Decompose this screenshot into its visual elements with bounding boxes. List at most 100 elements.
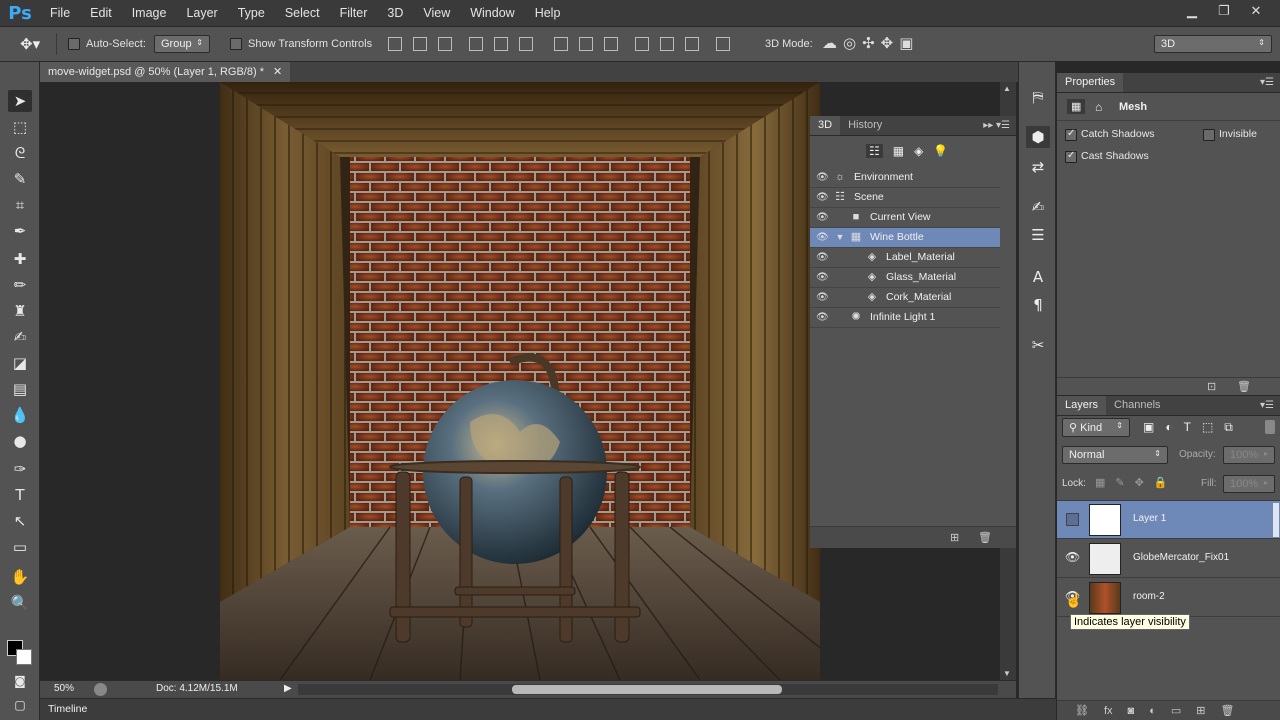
minimize-button[interactable]: ▁ bbox=[1178, 2, 1206, 20]
slide-3d-icon[interactable]: ✥ bbox=[881, 34, 894, 52]
zoom-level[interactable]: 50% bbox=[54, 683, 74, 694]
distribute-vcenter-icon[interactable] bbox=[579, 37, 593, 51]
adjustment-layer-icon[interactable]: ◐ bbox=[1149, 705, 1156, 717]
character-panel-icon[interactable]: A bbox=[1026, 266, 1050, 288]
align-hcenter-icon[interactable] bbox=[494, 37, 508, 51]
3d-row-environment[interactable]: 👁 ☼ Environment bbox=[810, 168, 1000, 188]
timeline-panel-icon[interactable]: ⇄ bbox=[1026, 156, 1050, 178]
menu-image[interactable]: Image bbox=[122, 0, 177, 26]
lock-all-icon[interactable]: 🔒 bbox=[1154, 476, 1168, 489]
scene-section-icon[interactable]: ⌂ bbox=[1095, 100, 1102, 114]
lock-transparency-icon[interactable]: ▦ bbox=[1095, 476, 1105, 489]
tool-presets-icon[interactable]: ✂ bbox=[1026, 334, 1050, 356]
menu-filter[interactable]: Filter bbox=[330, 0, 378, 26]
eye-icon[interactable]: 👁 bbox=[816, 212, 829, 224]
eye-icon[interactable]: 👁 bbox=[816, 192, 829, 204]
move-tool-icon[interactable]: ➤ bbox=[8, 90, 32, 112]
history-panel-icon[interactable]: ⛿ bbox=[1026, 86, 1050, 108]
panel-menu-icon[interactable]: ▾☰ bbox=[1260, 73, 1280, 92]
marquee-tool-icon[interactable]: ⬚ bbox=[8, 116, 32, 138]
distribute-right-icon[interactable] bbox=[685, 37, 699, 51]
document-canvas[interactable] bbox=[220, 82, 820, 680]
invisible-checkbox[interactable] bbox=[1203, 129, 1215, 141]
auto-select-checkbox[interactable] bbox=[68, 38, 80, 50]
brush-tool-icon[interactable]: ✏ bbox=[8, 274, 32, 296]
pixel-filter-icon[interactable]: ▣ bbox=[1143, 420, 1154, 435]
pen-tool-icon[interactable]: ✑ bbox=[8, 458, 32, 480]
lock-position-icon[interactable]: ✥ bbox=[1135, 476, 1144, 489]
scroll-down-icon[interactable]: ▼ bbox=[1003, 669, 1011, 678]
horizontal-scrollbar[interactable] bbox=[298, 684, 998, 695]
add-mask-icon[interactable]: ◙ bbox=[1128, 705, 1135, 717]
paragraph-panel-icon[interactable]: ¶ bbox=[1026, 294, 1050, 316]
smart-object-filter-icon[interactable]: ⧉ bbox=[1224, 420, 1233, 435]
distribute-hcenter-icon[interactable] bbox=[660, 37, 674, 51]
3d-row-wine-bottle[interactable]: 👁 ▼ ▦ Wine Bottle bbox=[810, 228, 1000, 248]
menu-select[interactable]: Select bbox=[275, 0, 330, 26]
blend-mode-dropdown[interactable]: Normal ⇕ bbox=[1062, 446, 1168, 464]
close-button[interactable]: ✕ bbox=[1242, 2, 1270, 20]
eye-icon[interactable]: 👁 bbox=[816, 272, 829, 284]
tab-layers[interactable]: Layers bbox=[1057, 396, 1107, 415]
align-right-icon[interactable] bbox=[519, 37, 533, 51]
expand-triangle-icon[interactable]: ▼ bbox=[834, 231, 846, 243]
quick-select-tool-icon[interactable]: ✎ bbox=[8, 168, 32, 190]
eyedropper-tool-icon[interactable]: ✒ bbox=[8, 220, 32, 242]
3d-row-cork-material[interactable]: 👁 ◈ Cork_Material bbox=[810, 288, 1000, 308]
eye-icon[interactable]: 👁 bbox=[816, 292, 829, 304]
tab-history[interactable]: History bbox=[840, 116, 890, 135]
status-info-icon[interactable] bbox=[94, 683, 107, 696]
menu-window[interactable]: Window bbox=[460, 0, 524, 26]
adjustment-filter-icon[interactable]: ◐ bbox=[1165, 420, 1172, 435]
brush-panel-icon[interactable]: ☰ bbox=[1026, 224, 1050, 246]
align-bottom-icon[interactable] bbox=[438, 37, 452, 51]
fill-field[interactable]: 100% ▸ bbox=[1223, 475, 1275, 493]
workspace-dropdown[interactable]: 3D ⇕ bbox=[1154, 35, 1272, 53]
layer-style-icon[interactable]: fx bbox=[1104, 705, 1113, 717]
catch-shadows-checkbox[interactable] bbox=[1065, 129, 1077, 141]
lasso-tool-icon[interactable]: ᘓ bbox=[8, 142, 32, 164]
3d-row-scene[interactable]: 👁 ☷ Scene bbox=[810, 188, 1000, 208]
tab-3d[interactable]: 3D bbox=[810, 116, 841, 135]
healing-brush-icon[interactable]: ✚ bbox=[8, 248, 32, 270]
gradient-tool-icon[interactable]: ▤ bbox=[8, 378, 32, 400]
path-select-tool-icon[interactable]: ↖ bbox=[8, 510, 32, 532]
distribute-bottom-icon[interactable] bbox=[604, 37, 618, 51]
eye-icon[interactable]: 👁 bbox=[816, 172, 829, 184]
eraser-tool-icon[interactable]: ◪ bbox=[8, 352, 32, 374]
distribute-left-icon[interactable] bbox=[635, 37, 649, 51]
menu-layer[interactable]: Layer bbox=[176, 0, 227, 26]
distribute-top-icon[interactable] bbox=[554, 37, 568, 51]
trash-icon[interactable]: 🗑 bbox=[1237, 380, 1251, 393]
status-menu-arrow-icon[interactable]: ▶ bbox=[284, 683, 292, 694]
tab-properties[interactable]: Properties bbox=[1057, 73, 1124, 92]
align-top-icon[interactable] bbox=[388, 37, 402, 51]
mesh-section-icon[interactable]: ▦ bbox=[1067, 99, 1086, 114]
orbit-3d-icon[interactable]: ☁ bbox=[822, 34, 837, 52]
link-layers-icon[interactable]: ⛓ bbox=[1075, 704, 1089, 717]
blur-tool-icon[interactable]: 💧 bbox=[8, 404, 32, 426]
document-tab[interactable]: move-widget.psd @ 50% (Layer 1, RGB/8) *… bbox=[40, 62, 291, 82]
shape-tool-icon[interactable]: ▭ bbox=[8, 536, 32, 558]
materials-filter-icon[interactable]: ◈ bbox=[914, 144, 923, 158]
roll-3d-icon[interactable]: ◎ bbox=[843, 34, 856, 52]
eye-icon[interactable]: 👁 bbox=[816, 312, 829, 324]
menu-file[interactable]: File bbox=[40, 0, 80, 26]
clone-stamp-icon[interactable]: ♜ bbox=[8, 300, 32, 322]
menu-type[interactable]: Type bbox=[228, 0, 275, 26]
crop-tool-icon[interactable]: ⌗ bbox=[8, 194, 32, 216]
3d-row-infinite-light[interactable]: 👁 ✺ Infinite Light 1 bbox=[810, 308, 1000, 328]
3d-row-glass-material[interactable]: 👁 ◈ Glass_Material bbox=[810, 268, 1000, 288]
pan-3d-icon[interactable]: ✣ bbox=[862, 34, 875, 52]
scroll-up-icon[interactable]: ▲ bbox=[1003, 84, 1011, 93]
close-tab-icon[interactable]: ✕ bbox=[273, 66, 282, 78]
menu-view[interactable]: View bbox=[413, 0, 460, 26]
restore-button[interactable]: ❐ bbox=[1210, 2, 1238, 20]
filter-toggle-switch[interactable] bbox=[1265, 420, 1275, 434]
render-icon[interactable]: ⊡ bbox=[1207, 380, 1216, 393]
menu-help[interactable]: Help bbox=[525, 0, 571, 26]
auto-select-dropdown[interactable]: Group ⇕ bbox=[154, 35, 210, 53]
hand-tool-icon[interactable]: ✋ bbox=[8, 566, 32, 588]
3d-row-label-material[interactable]: 👁 ◈ Label_Material bbox=[810, 248, 1000, 268]
background-color-swatch[interactable] bbox=[16, 649, 32, 665]
